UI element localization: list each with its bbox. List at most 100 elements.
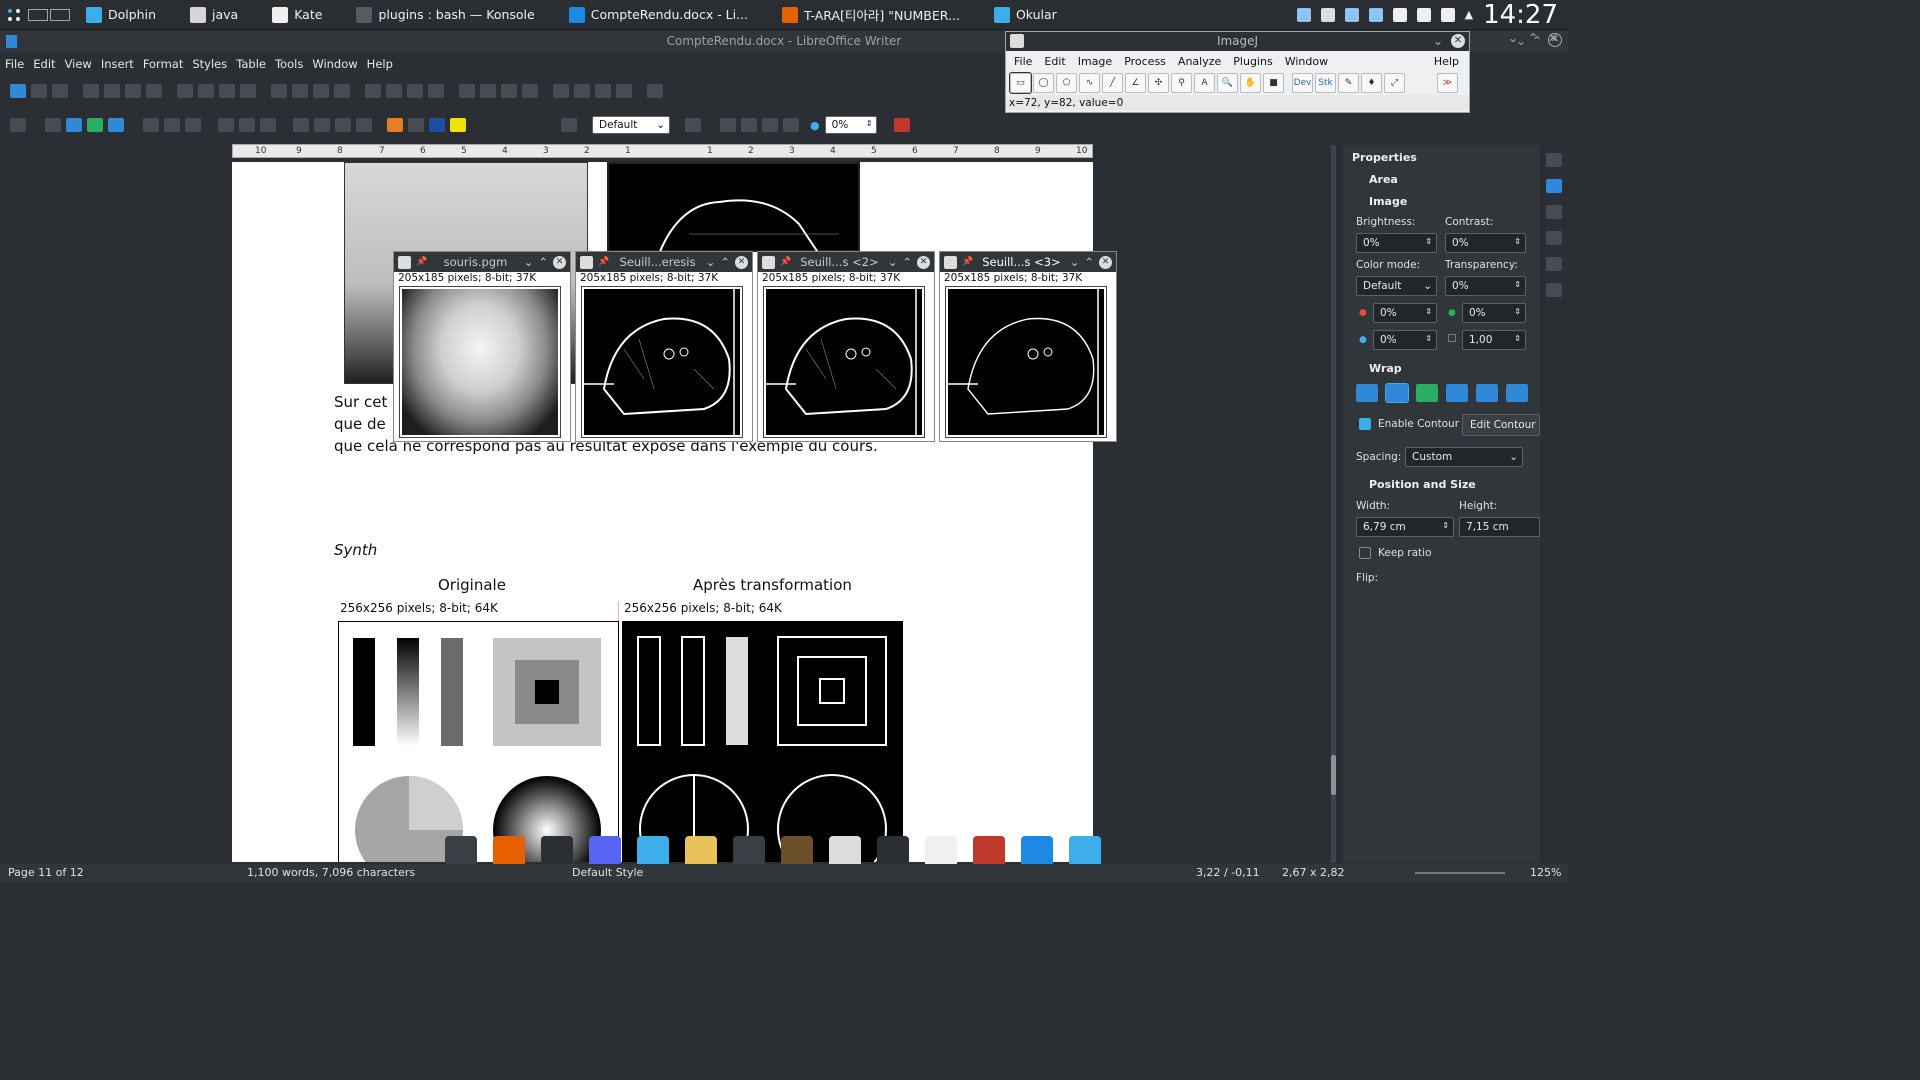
align-right-icon[interactable] <box>185 118 201 132</box>
export-pdf-icon[interactable] <box>83 84 99 98</box>
undo-icon[interactable] <box>240 84 256 98</box>
image-window[interactable]: 📌 souris.pgm ⌄ ⌃ ✕ 205x185 pixels; 8-bit; 37K <box>393 251 571 442</box>
brightness-input[interactable]: 0% ⇕ <box>1356 233 1437 253</box>
sidebar-gallery-icon[interactable] <box>1546 257 1562 271</box>
page-break-icon[interactable] <box>459 84 475 98</box>
menu-view[interactable]: View <box>62 53 98 75</box>
align-middle-icon[interactable] <box>239 118 255 132</box>
tools-icon[interactable] <box>1440 7 1455 22</box>
cut-icon[interactable] <box>146 84 162 98</box>
keep-ratio-checkbox[interactable] <box>1359 547 1371 559</box>
wrap-through-icon[interactable] <box>1506 384 1528 402</box>
formatting-marks-icon[interactable] <box>334 84 350 98</box>
bring-front-icon[interactable] <box>293 118 309 132</box>
imagej-menu-analyze[interactable]: Analyze <box>1178 55 1221 68</box>
paragraph-style[interactable]: Default Style <box>572 866 643 879</box>
sidebar-styles-icon[interactable] <box>1546 231 1562 245</box>
freehand-tool-icon[interactable]: ∿ <box>1079 73 1100 93</box>
pin-icon[interactable]: 📌 <box>598 257 609 267</box>
zoom-slider[interactable] <box>1415 872 1505 874</box>
line-icon[interactable] <box>616 84 632 98</box>
enable-contour-label[interactable]: Enable Contour <box>1378 418 1459 430</box>
wrap-none-icon[interactable] <box>1356 384 1378 402</box>
task-button[interactable]: Okular <box>986 0 1065 30</box>
close-icon[interactable]: ✕ <box>553 255 566 269</box>
transparency-input[interactable]: 0% ⇕ <box>824 116 877 134</box>
filter-icon[interactable] <box>720 118 736 132</box>
section-wrap[interactable]: Wrap <box>1369 362 1402 375</box>
clock[interactable]: 14:27 <box>1483 0 1558 30</box>
minimize-icon[interactable]: ⌄ <box>1508 31 1518 45</box>
hand-tool-icon[interactable]: ✋ <box>1240 73 1261 93</box>
embedded-image-edges-top[interactable] <box>607 162 860 255</box>
image-mode-icon[interactable] <box>741 118 757 132</box>
menu-window[interactable]: Window <box>309 53 363 75</box>
pencil-tool-icon[interactable]: ✎ <box>1338 73 1359 93</box>
wrap-optimal-icon[interactable] <box>87 118 103 132</box>
pager-icon[interactable] <box>28 8 70 21</box>
close-icon[interactable]: ✕ <box>735 255 748 269</box>
paste-icon[interactable] <box>198 84 214 98</box>
imagej-menu-edit[interactable]: Edit <box>1044 55 1065 68</box>
imagej-menu-plugins[interactable]: Plugins <box>1233 55 1272 68</box>
image-window[interactable]: 📌 Seuill...s <3> ⌄ ⌃ ✕ 205x185 pixels; 8-bit;… <box>939 251 1117 442</box>
minimize-icon[interactable]: ⌄ <box>1070 255 1080 269</box>
task-button[interactable]: plugins : bash — Konsole <box>348 0 542 30</box>
align-center-icon[interactable] <box>164 118 180 132</box>
hyperlink-icon[interactable] <box>522 84 538 98</box>
sidebar-properties-icon[interactable] <box>1546 179 1562 193</box>
dropper-tool-icon[interactable]: ⤢ <box>1384 73 1405 93</box>
close-icon[interactable]: ✕ <box>1099 255 1112 269</box>
wrap-off-icon[interactable] <box>45 118 61 132</box>
writer-app-icon[interactable] <box>6 35 17 48</box>
print-icon[interactable] <box>104 84 120 98</box>
table-icon[interactable] <box>365 84 381 98</box>
section-position-size[interactable]: Position and Size <box>1369 478 1476 491</box>
frame-style-select[interactable]: Default ⌄ <box>592 116 670 134</box>
section-image[interactable]: Image <box>1369 195 1407 208</box>
dev-tool-icon[interactable]: Dev <box>1292 73 1313 93</box>
maximize-icon[interactable]: ⌃ <box>1084 255 1094 269</box>
textbox-icon[interactable] <box>428 84 444 98</box>
flip-icon[interactable] <box>783 118 799 132</box>
keep-ratio-label[interactable]: Keep ratio <box>1378 547 1432 559</box>
task-button[interactable]: CompteRendu.docx - Li... <box>561 0 756 30</box>
comment-icon[interactable] <box>574 84 590 98</box>
stk-tool-icon[interactable]: Stk <box>1315 73 1336 93</box>
edit-contour-button[interactable]: Edit Contour <box>1462 414 1540 436</box>
color-mode-select[interactable]: Default ⌄ <box>1356 276 1437 296</box>
zoom-level[interactable]: 125% <box>1530 866 1561 879</box>
more-tools-icon[interactable]: ≫ <box>1437 73 1458 93</box>
menu-help[interactable]: Help <box>364 53 399 75</box>
height-input[interactable]: 7,15 cm <box>1459 517 1540 537</box>
horizontal-ruler[interactable]: 10 9 8 7 6 5 4 3 2 1 1 2 3 4 5 6 7 8 9 10 <box>232 144 1093 158</box>
align-top-icon[interactable] <box>218 118 234 132</box>
maximize-icon[interactable]: ⌃ <box>902 255 912 269</box>
close-icon[interactable]: ✕ <box>917 255 930 269</box>
contrast-input[interactable]: 0% ⇕ <box>1445 233 1526 253</box>
angle-tool-icon[interactable]: ∠ <box>1125 73 1146 93</box>
sidebar-settings-icon[interactable] <box>1546 153 1562 167</box>
clone-icon[interactable] <box>219 84 235 98</box>
image-canvas[interactable] <box>945 286 1107 438</box>
maximize-icon[interactable]: ⌃ <box>720 255 730 269</box>
line-color-icon[interactable] <box>429 118 445 132</box>
open-icon[interactable] <box>31 84 47 98</box>
image-window-titlebar[interactable]: 📌 souris.pgm ⌄ ⌃ ✕ <box>394 252 570 272</box>
sidebar-navigator-icon[interactable] <box>1546 283 1562 297</box>
task-button[interactable]: java <box>182 0 246 30</box>
menu-format[interactable]: Format <box>140 53 190 75</box>
transparency-input[interactable]: 0% ⇕ <box>1445 276 1526 296</box>
rotate-icon[interactable] <box>762 118 778 132</box>
task-button[interactable]: Dolphin <box>78 0 164 30</box>
line-tool-icon[interactable]: ╱ <box>1102 73 1123 93</box>
forward-icon[interactable] <box>314 118 330 132</box>
pin-icon[interactable]: 📌 <box>962 257 973 267</box>
track-changes-icon[interactable] <box>595 84 611 98</box>
polygon-tool-icon[interactable]: ⬠ <box>1056 73 1077 93</box>
align-bottom-icon[interactable] <box>260 118 276 132</box>
volume-icon[interactable] <box>1416 7 1431 22</box>
sidebar-page-icon[interactable] <box>1546 205 1562 219</box>
redo-icon[interactable] <box>271 84 287 98</box>
tray-expand-icon[interactable]: ▲ <box>1465 8 1473 21</box>
